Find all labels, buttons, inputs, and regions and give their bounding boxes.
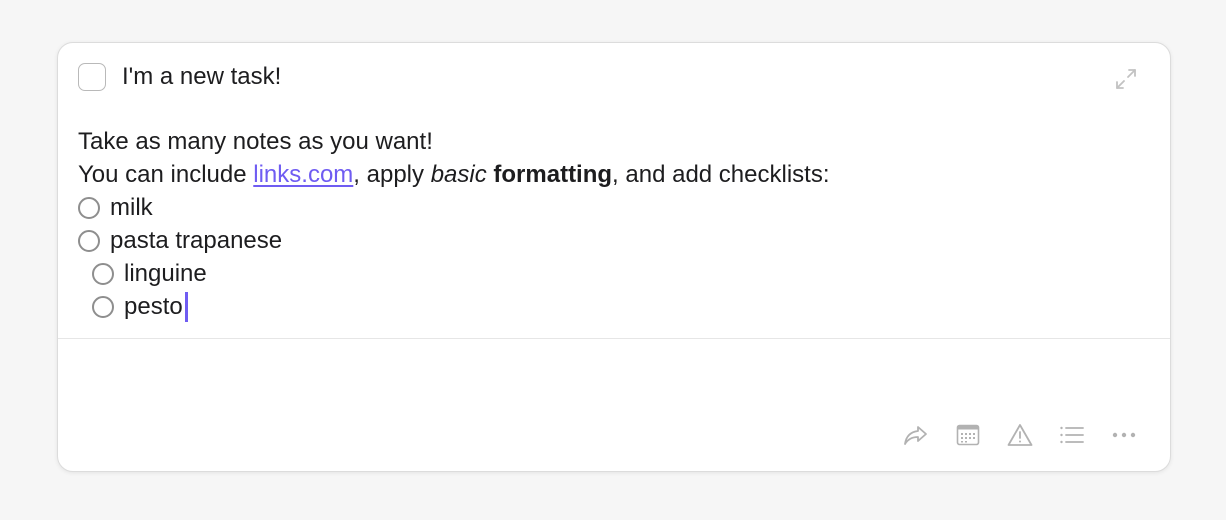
share-icon[interactable] <box>900 419 932 451</box>
notes-editor[interactable]: Take as many notes as you want! You can … <box>78 125 830 323</box>
checklist-label: milk <box>110 194 153 221</box>
checklist-item: pesto <box>78 290 830 323</box>
more-icon[interactable] <box>1108 419 1140 451</box>
task-header: I'm a new task! <box>78 63 281 91</box>
checklist-item: milk <box>78 191 830 224</box>
checklist-circle[interactable] <box>92 262 114 285</box>
list-icon[interactable] <box>1056 419 1088 451</box>
checklist-circle[interactable] <box>78 196 100 219</box>
notes-line-1: Take as many notes as you want! <box>78 128 433 155</box>
checklist-circle[interactable] <box>92 295 114 318</box>
notes-line-2: You can include links.com, apply basic f… <box>78 158 830 191</box>
notes-italic-text: basic <box>430 161 487 188</box>
notes-text: , and add checklists: <box>612 161 830 188</box>
text-caret <box>184 291 188 322</box>
calendar-icon[interactable] <box>952 419 984 451</box>
checklist-circle[interactable] <box>78 229 100 252</box>
checklist-item: linguine <box>78 257 830 290</box>
checklist-label: linguine <box>124 260 207 287</box>
task-toolbar <box>900 419 1140 451</box>
notes-text: You can include <box>78 161 254 188</box>
warning-icon[interactable] <box>1004 419 1036 451</box>
checklist-label: pesto <box>124 293 183 320</box>
checklist-label: pasta trapanese <box>110 227 283 254</box>
divider <box>58 338 1170 339</box>
task-card: I'm a new task! Take as many notes as yo… <box>57 42 1171 472</box>
notes-link[interactable]: links.com <box>253 161 353 188</box>
notes-text: , apply <box>353 161 431 188</box>
notes-bold-text: formatting <box>493 161 613 188</box>
checklist-item: pasta trapanese <box>78 224 830 257</box>
task-title[interactable]: I'm a new task! <box>122 63 281 91</box>
expand-icon[interactable] <box>1114 67 1138 91</box>
task-checkbox[interactable] <box>78 63 106 91</box>
